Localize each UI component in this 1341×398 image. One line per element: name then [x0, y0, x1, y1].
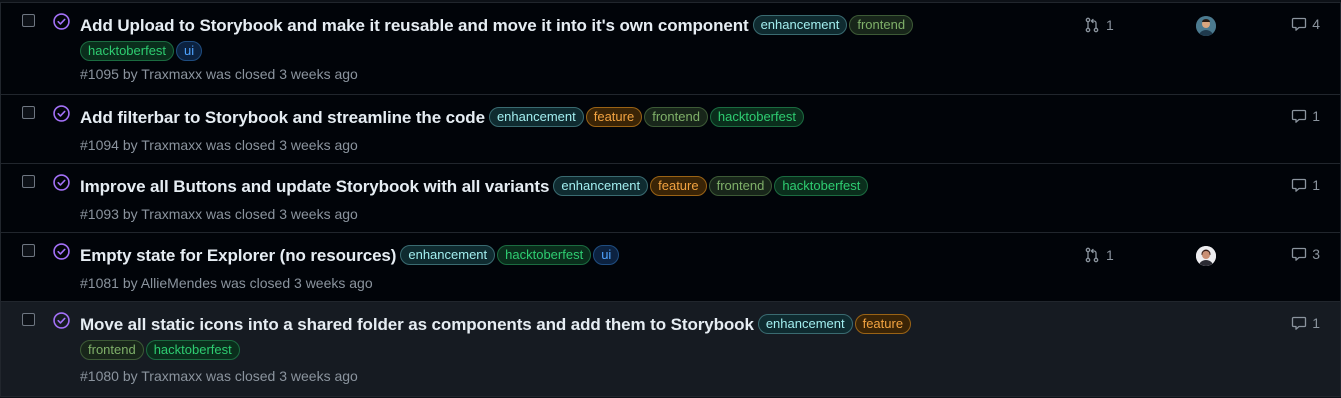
issue-row: Empty state for Explorer (no resources) e…: [1, 233, 1340, 302]
assignee-avatar[interactable]: [1196, 16, 1216, 36]
label-frontend[interactable]: frontend: [80, 340, 144, 360]
label-hacktoberfest[interactable]: hacktoberfest: [80, 41, 175, 61]
linked-pull-requests[interactable]: 1: [1084, 247, 1114, 263]
comment-icon: [1291, 16, 1307, 32]
label-enhancement[interactable]: enhancement: [488, 107, 584, 127]
select-checkbox[interactable]: [22, 175, 35, 188]
issue-title[interactable]: Improve all Buttons and update Storybook…: [80, 177, 549, 196]
pull-request-icon: [1084, 17, 1100, 33]
label-ui[interactable]: ui: [593, 245, 620, 265]
comment-icon: [1291, 246, 1307, 262]
issue-meta: #1095 by Traxmaxx was closed 3 weeks ago: [80, 66, 358, 82]
label-hacktoberfest[interactable]: hacktoberfest: [497, 245, 592, 265]
comments-link[interactable]: 4: [1291, 16, 1320, 32]
issue-meta: #1081 by AllieMendes was closed 3 weeks …: [80, 275, 373, 291]
closed-completed-icon: [53, 13, 70, 30]
label-frontend[interactable]: frontend: [644, 107, 708, 127]
assignee-avatar[interactable]: [1196, 246, 1216, 266]
comment-icon: [1291, 108, 1307, 124]
label-feature[interactable]: feature: [854, 314, 912, 334]
comments-link[interactable]: 3: [1291, 246, 1320, 262]
comment-count: 4: [1312, 16, 1320, 32]
closed-completed-icon: [53, 174, 70, 191]
label-enhancement[interactable]: enhancement: [553, 176, 649, 196]
issue-title[interactable]: Add Upload to Storybook and make it reus…: [80, 16, 749, 35]
comment-icon: [1291, 315, 1307, 331]
comments-link[interactable]: 1: [1291, 108, 1320, 124]
label-enhancement[interactable]: enhancement: [400, 245, 496, 265]
select-checkbox[interactable]: [22, 14, 35, 27]
linked-pr-count: 1: [1106, 247, 1114, 263]
issue-row: Add Upload to Storybook and make it reus…: [1, 3, 1340, 95]
linked-pr-count: 1: [1106, 17, 1114, 33]
comments-link[interactable]: 1: [1291, 177, 1320, 193]
issue-meta: #1080 by Traxmaxx was closed 3 weeks ago: [80, 368, 358, 384]
pull-request-icon: [1084, 247, 1100, 263]
issue-row: Add filterbar to Storybook and streamlin…: [1, 95, 1340, 164]
issue-title[interactable]: Empty state for Explorer (no resources): [80, 246, 396, 265]
label-enhancement[interactable]: enhancement: [757, 314, 853, 334]
label-hacktoberfest[interactable]: hacktoberfest: [145, 340, 240, 360]
label-frontend[interactable]: frontend: [708, 176, 773, 196]
issue-row: Move all static icons into a shared fold…: [1, 302, 1340, 397]
closed-completed-icon: [53, 105, 70, 122]
closed-completed-icon: [53, 312, 70, 329]
comment-count: 1: [1312, 177, 1320, 193]
issue-title[interactable]: Add filterbar to Storybook and streamlin…: [80, 108, 485, 127]
comment-count: 1: [1312, 315, 1320, 331]
select-checkbox[interactable]: [22, 313, 35, 326]
comment-count: 1: [1312, 108, 1320, 124]
comments-link[interactable]: 1: [1291, 315, 1320, 331]
label-hacktoberfest[interactable]: hacktoberfest: [709, 107, 804, 127]
label-hacktoberfest[interactable]: hacktoberfest: [774, 176, 869, 196]
label-ui[interactable]: ui: [176, 41, 203, 61]
select-checkbox[interactable]: [22, 106, 35, 119]
issue-title[interactable]: Move all static icons into a shared fold…: [80, 315, 754, 334]
label-enhancement[interactable]: enhancement: [752, 15, 848, 35]
closed-completed-icon: [53, 243, 70, 260]
label-feature[interactable]: feature: [585, 107, 643, 127]
issue-meta: #1094 by Traxmaxx was closed 3 weeks ago: [80, 137, 358, 153]
select-checkbox[interactable]: [22, 244, 35, 257]
comment-icon: [1291, 177, 1307, 193]
issue-row: Improve all Buttons and update Storybook…: [1, 164, 1340, 233]
comment-count: 3: [1312, 246, 1320, 262]
label-frontend[interactable]: frontend: [849, 15, 914, 35]
issue-list: Add Upload to Storybook and make it reus…: [0, 2, 1341, 397]
linked-pull-requests[interactable]: 1: [1084, 17, 1114, 33]
issue-meta: #1093 by Traxmaxx was closed 3 weeks ago: [80, 206, 358, 222]
label-feature[interactable]: feature: [650, 176, 707, 196]
